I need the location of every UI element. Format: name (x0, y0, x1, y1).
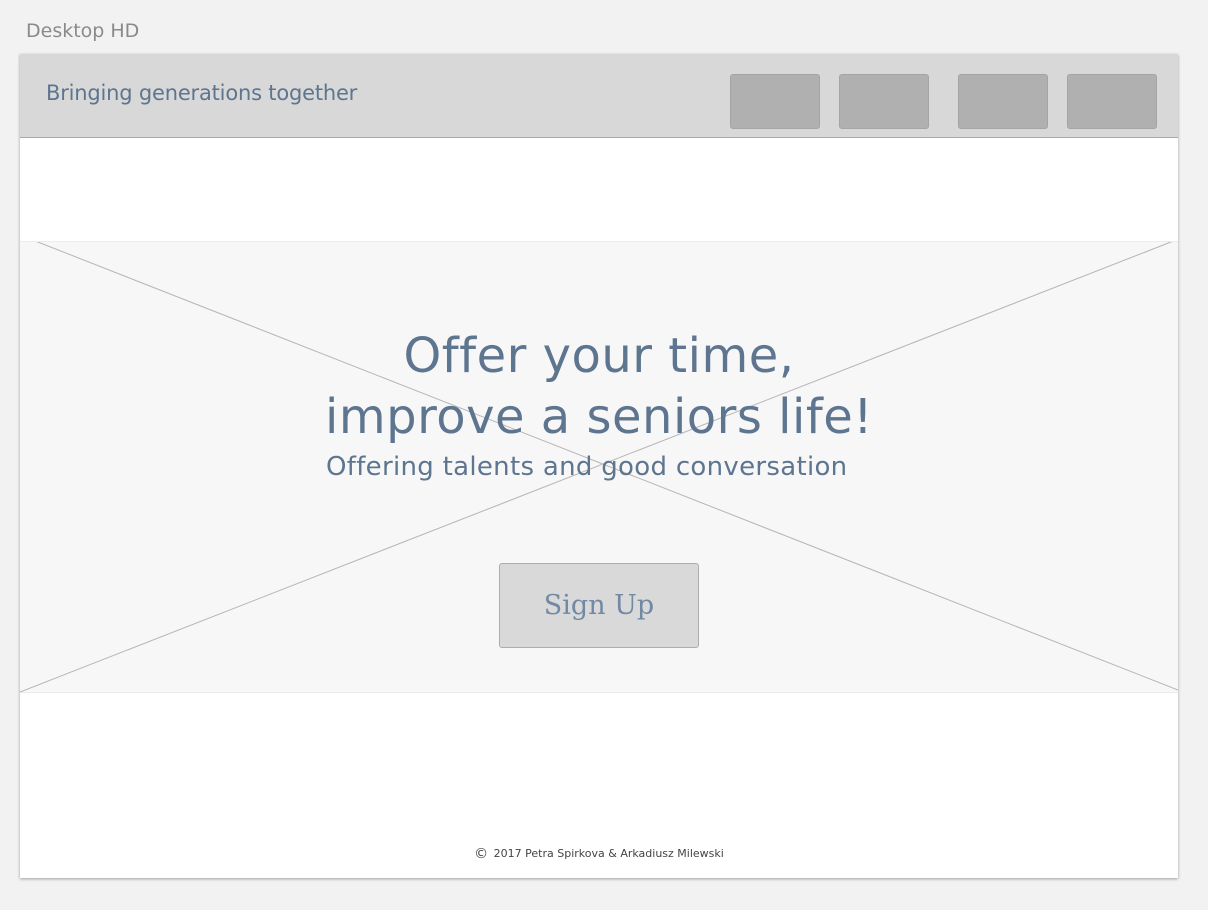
hero-section: Offer your time, improve a seniors life!… (20, 241, 1178, 693)
desktop-hd-artboard: Bringing generations together Offer your… (20, 54, 1178, 878)
hero-subheadline: Offering talents and good conversation (326, 452, 848, 482)
hero-headline: Offer your time, improve a seniors life! (20, 326, 1178, 448)
footer-text: 2017 Petra Spirkova & Arkadiusz Milewski (493, 847, 724, 860)
nav-button-4[interactable] (1067, 74, 1157, 129)
artboard-label: Desktop HD (26, 20, 140, 42)
header-bar: Bringing generations together (20, 54, 1178, 138)
nav-button-3[interactable] (958, 74, 1048, 129)
footer: © 2017 Petra Spirkova & Arkadiusz Milews… (20, 846, 1178, 862)
hero-headline-line-1: Offer your time, (403, 328, 795, 384)
brand-tagline: Bringing generations together (46, 81, 358, 105)
nav-button-2[interactable] (839, 74, 929, 129)
hero-headline-line-2: improve a seniors life! (325, 389, 873, 445)
sign-up-button-label: Sign Up (543, 590, 655, 621)
sign-up-button[interactable]: Sign Up (499, 563, 699, 648)
nav-button-1[interactable] (730, 74, 820, 129)
copyright-icon: © (474, 846, 489, 862)
